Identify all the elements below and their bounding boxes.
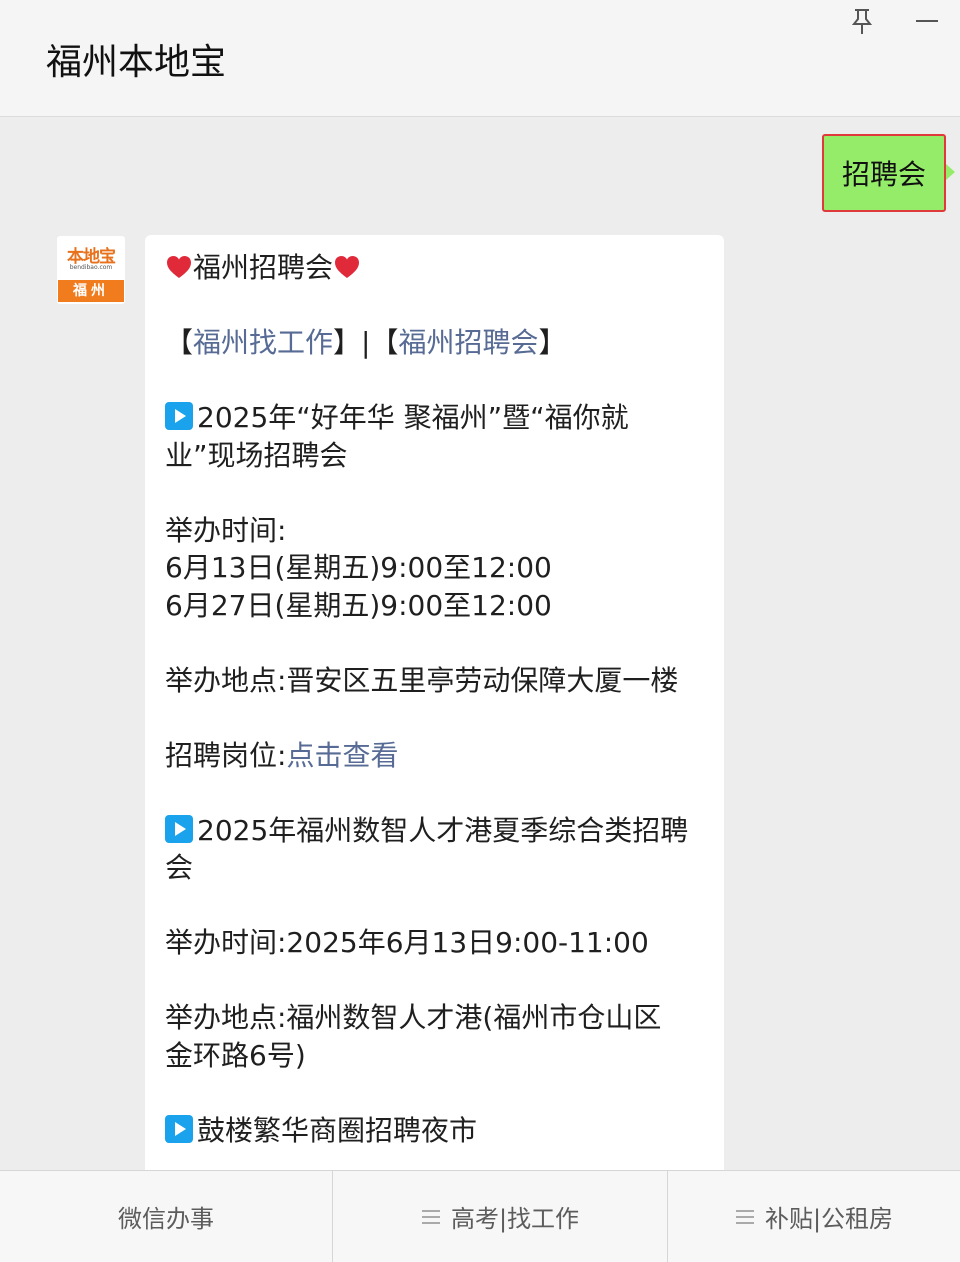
avatar-subtitle: bendibao.com	[69, 264, 113, 271]
sent-message-text: 招聘会	[841, 158, 926, 191]
menu-tab-label: 补贴|公租房	[764, 1205, 894, 1233]
chat-title: 福州本地宝	[46, 42, 227, 83]
avatar-city: 福州	[58, 280, 124, 302]
play-icon	[165, 814, 193, 843]
event2-title: 2025年福州数智人才港夏季综合类招聘	[197, 813, 689, 847]
event1-time2: 6月27日(星期五)9:00至12:00	[165, 588, 552, 622]
menu-icon	[421, 1209, 440, 1224]
received-message-bubble: 福州招聘会 【福州找工作】|【福州招聘会】 2025年“好年华 聚福州”暨“福你…	[145, 235, 724, 1170]
menu-tab-label: 高考|找工作	[450, 1205, 580, 1233]
play-icon	[165, 1114, 193, 1143]
chat-header: 福州本地宝	[0, 0, 960, 117]
bottom-menu: 微信办事 高考|找工作 补贴|公租房	[0, 1170, 960, 1262]
heart-icon	[167, 256, 191, 278]
jobs-label: 招聘岗位:	[165, 738, 287, 772]
menu-tab-label: 微信办事	[118, 1205, 214, 1233]
event2-place-line1: 举办地点:福州数智人才港(福州市仓山区	[165, 1001, 662, 1034]
play-icon	[165, 402, 193, 430]
chat-area[interactable]: 招聘会 本地宝 bendibao.com 福州 福州招聘会 【福州找工作】|【福…	[0, 118, 960, 1170]
bracket: 【	[165, 326, 194, 359]
event1-time-label: 举办时间:	[165, 513, 287, 547]
event3-title-line: 鼓楼繁华商圈招聘夜市	[165, 1112, 704, 1150]
pin-icon[interactable]	[848, 6, 876, 36]
event1-title: 2025年“好年华 聚福州”暨“福你就	[197, 401, 629, 434]
article-title-line: 福州招聘会	[165, 249, 704, 287]
event3-title: 鼓楼繁华商圈招聘夜市	[197, 1113, 478, 1147]
link-fuzhou-jobs[interactable]: 福州找工作	[193, 326, 333, 359]
event1-time1: 6月13日(星期五)9:00至12:00	[165, 551, 552, 584]
link-fuzhou-job-fair[interactable]: 福州招聘会	[398, 326, 538, 359]
event1-place: 举办地点:晋安区五里亭劳动保障大厦一楼	[165, 663, 679, 697]
heart-icon	[335, 256, 360, 278]
view-jobs-link[interactable]: 点击查看	[286, 739, 398, 772]
menu-icon	[735, 1209, 754, 1224]
event1-jobs-line: 招聘岗位:点击查看	[165, 737, 704, 775]
event1-title-line1: 2025年“好年华 聚福州”暨“福你就	[165, 399, 704, 437]
sent-message-bubble[interactable]: 招聘会	[822, 134, 946, 212]
minimize-icon[interactable]	[912, 6, 942, 36]
bracket: 】	[538, 326, 567, 359]
event1-title-line2: 业”现场招聘会	[165, 438, 348, 472]
menu-tab-gaokao-jobs[interactable]: 高考|找工作	[332, 1171, 667, 1262]
avatar[interactable]: 本地宝 bendibao.com 福州	[57, 236, 125, 304]
event2-title-line2: 会	[165, 851, 194, 884]
menu-tab-subsidy-housing[interactable]: 补贴|公租房	[667, 1171, 960, 1262]
separator: 】|【	[333, 326, 399, 359]
event2-place-line2: 金环路6号)	[165, 1038, 306, 1072]
event2-time: 举办时间:2025年6月13日9:00-11:00	[165, 926, 649, 959]
menu-tab-wechat-services[interactable]: 微信办事	[0, 1171, 332, 1262]
links-line: 【福州找工作】|【福州招聘会】	[165, 324, 704, 362]
event2-title-line1: 2025年福州数智人才港夏季综合类招聘	[165, 812, 704, 850]
article-title: 福州招聘会	[193, 251, 334, 284]
sent-bubble-tail	[946, 164, 955, 180]
